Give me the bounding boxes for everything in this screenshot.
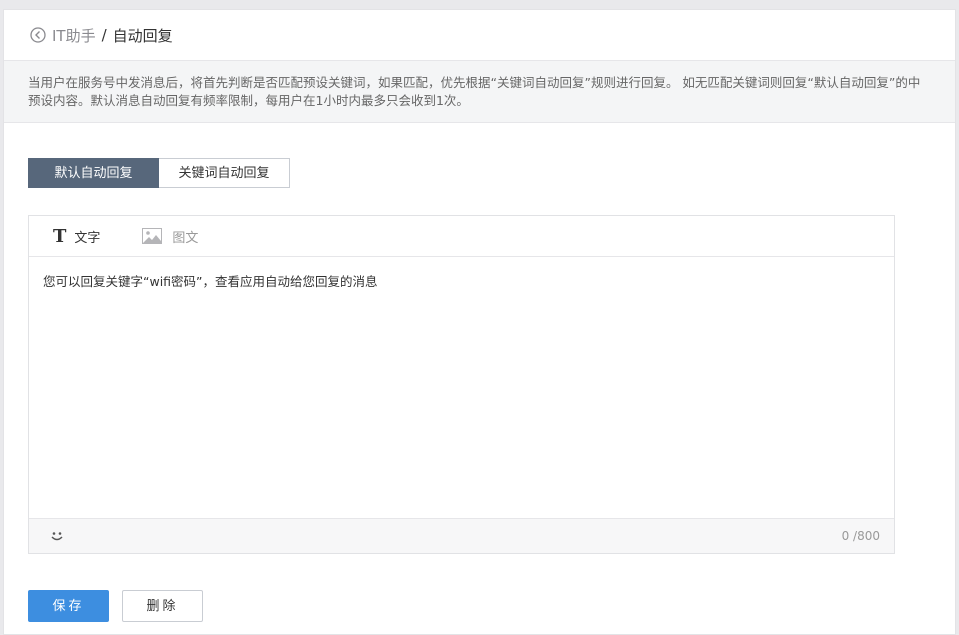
breadcrumb-parent[interactable]: IT助手 [52,25,96,46]
reply-textarea[interactable]: 您可以回复关键字“wifi密码”，查看应用自动给您回复的消息 [29,257,894,505]
tab-keyword-reply[interactable]: 关键词自动回复 [159,158,290,188]
notice-text: 当用户在服务号中发消息后，将首先判断是否匹配预设关键词，如果匹配，优先根据“关键… [4,61,955,123]
reply-type-tabs: 默认自动回复 关键词自动回复 [28,158,290,188]
smile-icon[interactable] [49,528,65,544]
breadcrumb-separator: / [101,26,107,44]
back-circle-icon[interactable] [30,27,46,43]
reply-editor: T 文字 图文 您可以回复关键字“wifi密码”，查看应用自动给您回复的消息 0… [28,215,895,554]
auto-reply-panel: IT助手 / 自动回复 当用户在服务号中发消息后，将首先判断是否匹配预设关键词，… [3,9,956,635]
tab-image-label: 图文 [172,230,199,246]
image-icon [142,228,163,244]
char-counter: 0 /800 [841,529,880,543]
tab-text[interactable]: T 文字 [53,226,100,247]
text-t-icon: T [53,225,67,247]
tab-image-text[interactable]: 图文 [142,227,198,246]
page-title: 自动回复 [112,26,173,45]
breadcrumb: IT助手 / 自动回复 [4,10,955,61]
editor-footer: 0 /800 [29,518,894,553]
delete-button[interactable]: 删除 [122,590,203,622]
tab-default-reply[interactable]: 默认自动回复 [28,158,159,188]
content-type-tabs: T 文字 图文 [29,216,894,257]
tab-text-label: 文字 [74,230,101,246]
save-button[interactable]: 保存 [28,590,109,622]
